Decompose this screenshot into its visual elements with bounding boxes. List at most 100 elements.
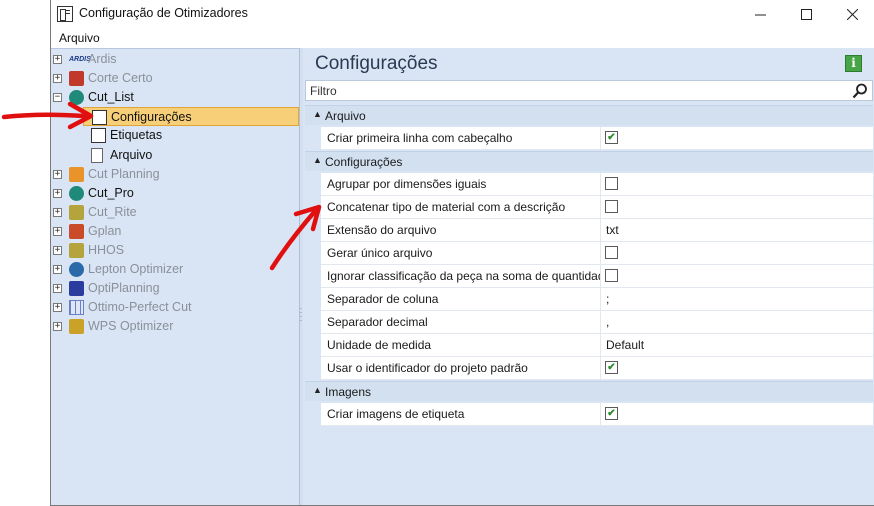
unchecked-checkbox[interactable] (605, 177, 618, 190)
property-row[interactable]: Agrupar por dimensões iguais (321, 173, 873, 196)
app-icon (57, 6, 73, 22)
category-header[interactable]: ▲ Imagens (305, 381, 873, 401)
expand-icon[interactable]: + (53, 207, 62, 217)
config-icon (92, 110, 107, 126)
property-row[interactable]: Usar o identificador do projeto padrão ✔ (321, 357, 873, 380)
checked-checkbox[interactable]: ✔ (605, 407, 618, 420)
category-header[interactable]: ▲ Arquivo (305, 105, 873, 125)
property-name: Extensão do arquivo (321, 219, 601, 241)
property-value[interactable] (602, 196, 872, 218)
property-value[interactable]: ✔ (602, 357, 872, 379)
expand-icon[interactable]: + (53, 265, 62, 275)
tree-item[interactable]: Etiquetas (51, 126, 299, 145)
tree-item-label: Corte Certo (88, 71, 153, 86)
tree-item[interactable]: + HHOS (51, 241, 299, 260)
property-value[interactable] (602, 173, 872, 195)
expand-icon[interactable]: + (53, 169, 62, 179)
expand-icon[interactable]: + (53, 55, 62, 64)
expand-icon[interactable]: + (53, 322, 62, 332)
tree-item-label: OptiPlanning (88, 281, 160, 296)
property-value[interactable]: ✔ (602, 403, 872, 425)
property-row[interactable]: Ignorar classificação da peça na soma de… (321, 265, 873, 288)
menu-arquivo[interactable]: Arquivo (59, 31, 100, 45)
expand-icon[interactable]: + (53, 246, 62, 255)
property-row[interactable]: Gerar único arquivo (321, 242, 873, 265)
tree-item[interactable]: Configurações (83, 107, 299, 127)
unchecked-checkbox[interactable] (605, 246, 618, 259)
info-button[interactable]: i (845, 55, 862, 72)
tree-item-label: Gplan (88, 223, 122, 238)
tree-item[interactable]: + WPS Optimizer (51, 317, 299, 336)
property-name: Ignorar classificação da peça na soma de… (321, 265, 601, 287)
collapse-icon[interactable]: − (53, 93, 62, 103)
property-row[interactable]: Unidade de medida Default (321, 334, 873, 357)
category-label: Configurações (325, 155, 403, 169)
tree-item-label: Arquivo (110, 147, 153, 162)
tree-item[interactable]: + ARDIS Ardis (51, 50, 299, 69)
expand-icon[interactable]: + (53, 74, 62, 84)
optiplanning-icon (69, 281, 84, 297)
property-row[interactable]: Criar imagens de etiqueta ✔ (321, 403, 873, 426)
property-name: Criar primeira linha com cabeçalho (321, 127, 601, 149)
tree-item[interactable]: + Cut_Pro (51, 184, 299, 203)
tree-item[interactable]: + Lepton Optimizer (51, 260, 299, 279)
property-value[interactable] (602, 265, 872, 287)
property-name: Gerar único arquivo (321, 242, 601, 264)
property-row[interactable]: Separador decimal, (321, 311, 873, 334)
tree-item[interactable]: − Cut_List (51, 88, 299, 107)
minimize-button[interactable] (737, 0, 783, 28)
property-row[interactable]: Concatenar tipo de material com a descri… (321, 196, 873, 219)
checked-checkbox[interactable]: ✔ (605, 361, 618, 374)
collapse-arrow-icon[interactable]: ▲ (313, 109, 322, 119)
maximize-button[interactable] (783, 0, 829, 28)
expand-icon[interactable]: + (53, 226, 62, 236)
unchecked-checkbox[interactable] (605, 200, 618, 213)
tree-item[interactable]: + Corte Certo (51, 69, 299, 88)
tree-item[interactable]: + Cut_Rite (51, 203, 299, 222)
search-icon[interactable] (852, 83, 868, 99)
category-header[interactable]: ▲ Configurações (305, 151, 873, 171)
optimizer-tree-pane: + ARDIS Ardis + Corte Certo − Cut_List Configur… (51, 48, 299, 505)
app-window: Configuração de Otimizadores Arquivo + AR… (50, 0, 874, 506)
checked-checkbox[interactable]: ✔ (605, 131, 618, 144)
property-row[interactable]: Separador de coluna; (321, 288, 873, 311)
expand-icon[interactable]: + (53, 188, 62, 198)
property-name: Separador de coluna (321, 288, 601, 310)
title-bar: Configuração de Otimizadores (51, 0, 874, 28)
property-value[interactable]: txt (602, 219, 872, 241)
tree-item[interactable]: + OptiPlanning (51, 279, 299, 298)
property-value[interactable]: , (602, 311, 872, 333)
tree-item[interactable]: + Gplan (51, 222, 299, 241)
collapse-arrow-icon[interactable]: ▲ (313, 385, 322, 395)
tree-item[interactable]: + Cut Planning (51, 165, 299, 184)
property-row[interactable]: Criar primeira linha com cabeçalho ✔ (321, 127, 873, 150)
collapse-arrow-icon[interactable]: ▲ (313, 155, 322, 165)
property-name: Separador decimal (321, 311, 601, 333)
hhos-icon (69, 243, 84, 258)
property-value[interactable]: ✔ (602, 127, 872, 149)
property-name: Concatenar tipo de material com a descri… (321, 196, 601, 218)
window-title: Configuração de Otimizadores (79, 6, 248, 20)
expand-icon[interactable]: + (53, 303, 62, 313)
tree-item[interactable]: + Ottimo-Perfect Cut (51, 298, 299, 317)
property-value[interactable]: Default (602, 334, 872, 356)
unchecked-checkbox[interactable] (605, 269, 618, 282)
filter-input[interactable] (310, 83, 830, 99)
expand-icon[interactable]: + (53, 284, 62, 294)
corte-certo-icon (69, 71, 84, 87)
labels-icon (91, 128, 106, 144)
property-row[interactable]: Extensão do arquivo txt (321, 219, 873, 242)
tree-item[interactable]: Arquivo (51, 146, 299, 165)
property-name: Unidade de medida (321, 334, 601, 356)
category-label: Imagens (325, 385, 372, 399)
tree-item-label: Cut_List (88, 90, 134, 105)
property-value[interactable]: ; (602, 288, 872, 310)
tree-item-label: Cut_Rite (88, 204, 137, 219)
property-value[interactable] (602, 242, 872, 264)
close-button[interactable] (829, 0, 874, 28)
ardis-logo-icon: ARDIS (69, 56, 91, 63)
tree-item-label: Configurações (111, 110, 192, 125)
cut-planning-icon (69, 166, 84, 182)
category-label: Arquivo (325, 109, 366, 123)
lepton-icon (69, 262, 84, 278)
